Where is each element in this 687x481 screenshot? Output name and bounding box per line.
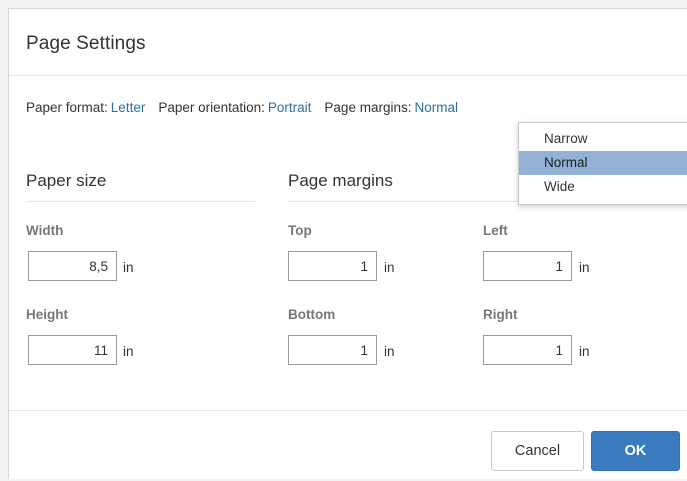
top-margin-label: Top <box>288 223 312 238</box>
height-input[interactable] <box>28 335 117 365</box>
top-margin-unit: in <box>384 260 395 275</box>
left-margin-input[interactable] <box>483 251 572 281</box>
dialog-header: Page Settings <box>9 9 687 76</box>
page-margins-title: Page margins <box>288 171 393 190</box>
paper-size-title: Paper size <box>26 171 107 190</box>
left-margin-label: Left <box>483 223 508 238</box>
height-unit: in <box>123 344 134 359</box>
dialog-title: Page Settings <box>26 33 146 54</box>
dropdown-option-normal[interactable]: Normal <box>519 151 687 175</box>
right-margin-unit: in <box>579 344 590 359</box>
bottom-margin-unit: in <box>384 344 395 359</box>
width-unit: in <box>123 260 134 275</box>
paper-orientation-link[interactable]: Portrait <box>268 100 312 115</box>
right-margin-label: Right <box>483 307 518 322</box>
width-label: Width <box>26 223 64 238</box>
paper-size-divider <box>26 201 255 202</box>
cancel-button[interactable]: Cancel <box>491 431 584 471</box>
dropdown-option-wide[interactable]: Wide <box>519 175 687 199</box>
settings-summary: Paper format: Letter Paper orientation: Por… <box>26 100 458 115</box>
left-margin-unit: in <box>579 260 590 275</box>
top-margin-input[interactable] <box>288 251 377 281</box>
dialog-footer: Cancel OK <box>9 410 687 481</box>
bottom-margin-input[interactable] <box>288 335 377 365</box>
page-margins-label: Page margins: <box>324 100 412 115</box>
width-input[interactable] <box>28 251 117 281</box>
dropdown-option-narrow[interactable]: Narrow <box>519 127 687 151</box>
ok-button[interactable]: OK <box>591 431 680 471</box>
paper-format-label: Paper format: <box>26 100 108 115</box>
right-margin-input[interactable] <box>483 335 572 365</box>
paper-format-link[interactable]: Letter <box>111 100 146 115</box>
paper-orientation-label: Paper orientation: <box>158 100 265 115</box>
page-margins-dropdown: Narrow Normal Wide <box>518 122 687 205</box>
height-label: Height <box>26 307 68 322</box>
bottom-margin-label: Bottom <box>288 307 336 322</box>
page-settings-dialog: Page Settings Paper format: Letter Paper o… <box>8 8 687 479</box>
page-margins-link[interactable]: Normal <box>414 100 458 115</box>
